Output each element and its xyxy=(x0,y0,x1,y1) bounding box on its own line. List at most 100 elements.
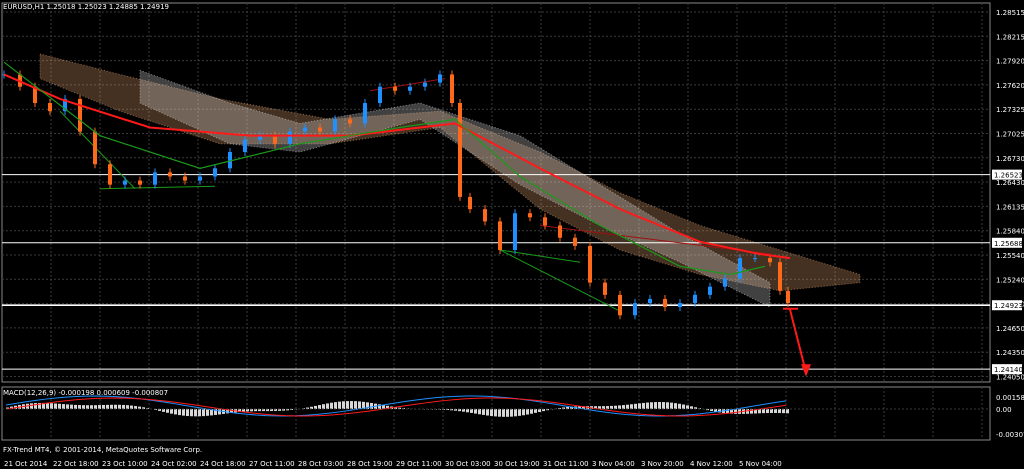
macd-histogram-bar xyxy=(734,409,737,414)
macd-histogram-bar xyxy=(654,402,657,409)
macd-histogram-bar xyxy=(102,404,105,409)
candle-body xyxy=(738,258,742,279)
macd-histogram-bar xyxy=(206,409,209,416)
macd-histogram-bar xyxy=(106,404,109,409)
macd-histogram-bar xyxy=(678,403,681,409)
time-tick-label: 24 Oct 02:00 xyxy=(151,460,197,468)
copyright-footer: FX-Trend MT4, © 2001-2014, MetaQuotes So… xyxy=(3,446,202,454)
candle-body xyxy=(393,86,397,91)
macd-histogram-bar xyxy=(534,409,537,413)
macd-histogram-bar xyxy=(662,402,665,409)
candle-body xyxy=(693,294,697,304)
macd-histogram-bar xyxy=(170,409,173,414)
macd-histogram-bar xyxy=(90,405,93,409)
candle-body xyxy=(468,196,472,210)
candle-body xyxy=(318,127,322,132)
candle-body xyxy=(588,245,592,283)
macd-histogram-bar xyxy=(178,409,181,416)
macd-histogram-bar xyxy=(778,409,781,414)
time-tick-label: 24 Oct 18:00 xyxy=(200,460,246,468)
candle-body xyxy=(786,290,790,304)
price-tick-label: 1.25840 xyxy=(996,228,1024,236)
macd-histogram-bar xyxy=(346,401,349,409)
candle-body xyxy=(753,258,757,260)
time-tick-label: 21 Oct 2014 xyxy=(4,460,48,468)
candle-body xyxy=(408,86,412,91)
macd-histogram-bar xyxy=(642,402,645,409)
macd-histogram-bar xyxy=(782,409,785,414)
time-tick-label: 4 Nov 12:00 xyxy=(690,460,733,468)
level-price-label: 1.26523 xyxy=(994,172,1023,180)
macd-histogram-bar xyxy=(494,409,497,417)
candle-body xyxy=(483,209,487,222)
macd-histogram-bar xyxy=(114,404,117,409)
macd-histogram-bar xyxy=(786,409,789,414)
macd-tick-label: 0.00 xyxy=(996,406,1012,414)
macd-histogram-bar xyxy=(506,409,509,417)
macd-histogram-bar xyxy=(766,409,769,414)
macd-histogram-bar xyxy=(370,402,373,409)
macd-histogram-bar xyxy=(522,409,525,416)
time-tick-label: 28 Oct 03:00 xyxy=(298,460,344,468)
candle-body xyxy=(450,74,454,104)
macd-histogram-bar xyxy=(78,405,81,409)
candle-body xyxy=(288,131,292,144)
candle-body xyxy=(633,303,637,316)
level-price-label: 1.24140 xyxy=(994,366,1023,374)
macd-title: MACD(12,26,9) -0.000198 0.000609 -0.0008… xyxy=(3,389,168,397)
candle-body xyxy=(708,286,712,295)
macd-histogram-bar xyxy=(174,409,177,415)
macd-histogram-bar xyxy=(486,409,489,416)
candle-body xyxy=(438,74,442,83)
macd-histogram-bar xyxy=(218,409,221,415)
chart-title: EURUSD,H1 1.25018 1.25023 1.24885 1.2491… xyxy=(3,3,169,11)
candle-body xyxy=(573,237,577,246)
macd-histogram-bar xyxy=(94,405,97,409)
price-tick-label: 1.26135 xyxy=(996,203,1024,211)
candle-body xyxy=(48,103,52,112)
macd-histogram-bar xyxy=(478,409,481,415)
macd-histogram-bar xyxy=(54,403,57,409)
price-tick-label: 1.25240 xyxy=(996,276,1024,284)
candle-body xyxy=(603,282,607,295)
price-tick-label: 1.26730 xyxy=(996,155,1024,163)
macd-histogram-bar xyxy=(634,403,637,409)
time-tick-label: 30 Oct 19:00 xyxy=(494,460,540,468)
macd-histogram-bar xyxy=(498,409,501,417)
candle-body xyxy=(153,172,157,185)
macd-histogram-bar xyxy=(334,402,337,409)
price-tick-label: 1.27325 xyxy=(996,106,1024,114)
time-tick-label: 22 Oct 18:00 xyxy=(53,460,99,468)
candle-body xyxy=(618,294,622,316)
macd-histogram-bar xyxy=(50,403,53,409)
macd-histogram-bar xyxy=(70,404,73,409)
macd-histogram-bar xyxy=(530,409,533,414)
price-tick-label: 1.25540 xyxy=(996,252,1024,260)
trading-chart[interactable]: 1.28515 1.28215 1.27920 1.27620 1.27325 1.270… xyxy=(0,0,1024,469)
macd-histogram-bar xyxy=(470,409,473,413)
price-tick-label: 1.24650 xyxy=(996,325,1024,333)
candle-body xyxy=(558,225,562,238)
macd-histogram-bar xyxy=(66,404,69,409)
candle-body xyxy=(333,119,337,132)
macd-histogram-bar xyxy=(194,409,197,417)
macd-histogram-bar xyxy=(98,405,101,409)
candle-body xyxy=(648,298,652,304)
macd-histogram-bar xyxy=(518,409,521,416)
price-tick-label: 1.24350 xyxy=(996,349,1024,357)
macd-histogram-bar xyxy=(618,405,621,409)
macd-histogram-bar xyxy=(110,404,113,409)
macd-histogram-bar xyxy=(182,409,185,416)
macd-histogram-bar xyxy=(322,404,325,409)
macd-histogram-bar xyxy=(350,401,353,409)
candle-body xyxy=(458,103,462,197)
time-tick-label: 31 Oct 11:00 xyxy=(543,460,589,468)
macd-histogram-bar xyxy=(130,405,133,409)
candle-body xyxy=(678,303,682,308)
macd-histogram-bar xyxy=(318,405,321,409)
candle-body xyxy=(528,213,532,218)
macd-histogram-bar xyxy=(34,403,37,409)
macd-histogram-bar xyxy=(526,409,529,415)
candle-body xyxy=(273,135,277,144)
candle-body xyxy=(243,139,247,153)
